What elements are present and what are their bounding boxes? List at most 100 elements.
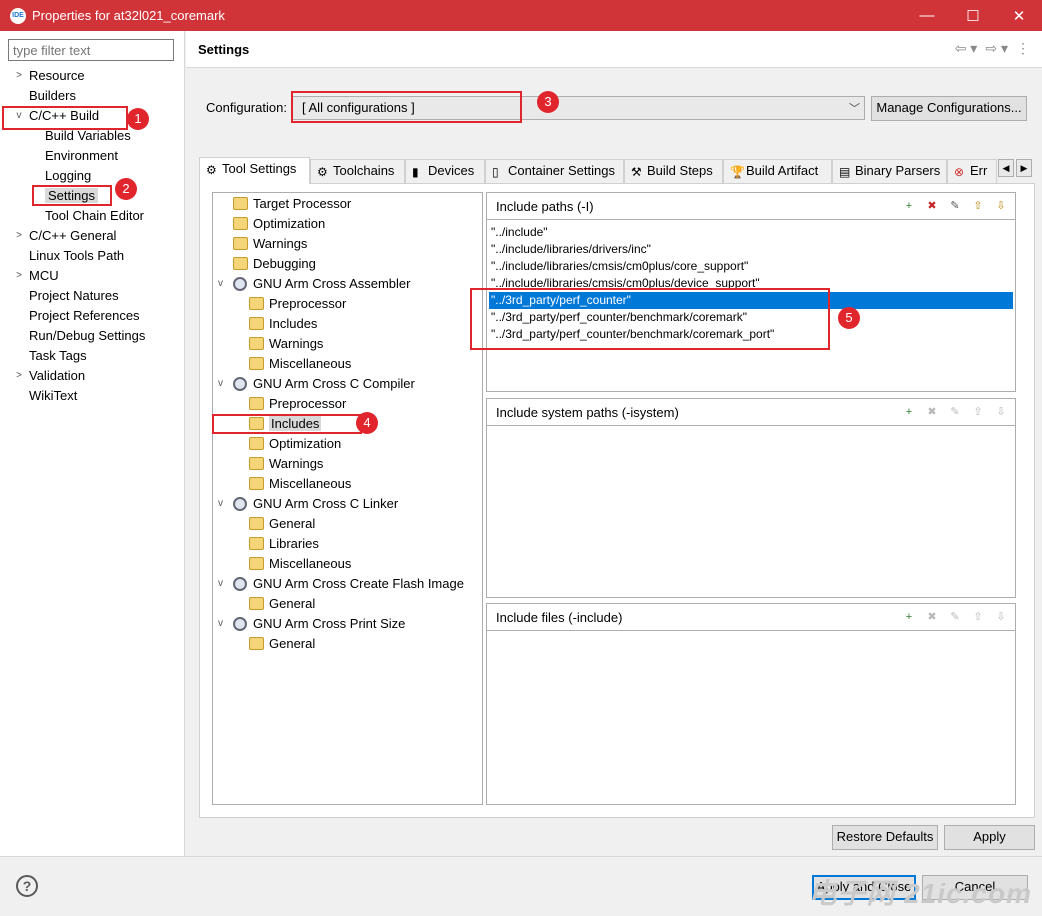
tree-option-node[interactable]: Libraries — [249, 534, 319, 554]
include-system-paths-title: Include system paths (-isystem) — [496, 405, 679, 420]
tree-tool-node[interactable]: v GNU Arm Cross Print Size — [218, 614, 405, 634]
move-up-icon[interactable]: ⇧ — [970, 198, 986, 214]
help-icon[interactable]: ? — [16, 875, 38, 897]
tab-devices[interactable]: ▮ Devices — [405, 159, 485, 183]
forward-arrow-icon[interactable]: ⇨ ▾ — [985, 40, 1008, 57]
tree-option-node[interactable]: Warnings — [249, 334, 324, 354]
tool-gear-icon — [233, 277, 247, 291]
tree-item-label: Preprocessor — [269, 396, 347, 411]
nav-item[interactable]: Logging — [45, 166, 91, 186]
manage-configurations-button[interactable]: Manage Configurations... — [871, 96, 1027, 121]
tree-tool-node[interactable]: v GNU Arm Cross C Compiler — [218, 374, 415, 394]
tree-option-node[interactable]: Miscellaneous — [249, 554, 351, 574]
tree-item-label: Warnings — [269, 456, 324, 471]
nav-item[interactable]: Linux Tools Path — [29, 246, 124, 266]
tree-item-label: General — [269, 516, 316, 531]
nav-item[interactable]: Tool Chain Editor — [45, 206, 144, 226]
nav-item[interactable]: Run/Debug Settings — [29, 326, 145, 346]
tree-option-node[interactable]: Debugging — [233, 254, 316, 274]
include-path-row[interactable]: "../include/libraries/cmsis/cm0plus/core… — [489, 258, 1013, 275]
tree-item-label: Warnings — [269, 336, 324, 351]
close-button[interactable]: ✕ — [996, 0, 1042, 31]
nav-item-label: MCU — [29, 268, 59, 283]
tree-option-node[interactable]: General — [249, 594, 315, 614]
view-menu-icon[interactable]: ⋮ — [1016, 40, 1030, 57]
tree-tool-node[interactable]: v GNU Arm Cross C Linker — [218, 494, 398, 514]
annotation-badge-5: 5 — [838, 307, 860, 329]
nav-item-label: Tool Chain Editor — [45, 208, 144, 223]
add-icon[interactable]: + — [901, 404, 917, 420]
add-icon[interactable]: + — [901, 198, 917, 214]
tab-error-parsers[interactable]: ⊗ Err — [947, 159, 997, 183]
tab-label: Container Settings — [508, 163, 615, 178]
folder-icon — [249, 297, 264, 310]
chevron-down-icon[interactable]: v — [218, 494, 223, 514]
include-path-row[interactable]: "../include/libraries/drivers/inc" — [489, 241, 1013, 258]
tree-option-node[interactable]: Preprocessor — [249, 294, 346, 314]
back-arrow-icon[interactable]: ⇦ ▾ — [955, 40, 978, 57]
restore-defaults-button[interactable]: Restore Defaults — [832, 825, 938, 850]
nav-item[interactable]: Environment — [45, 146, 118, 166]
chevron-down-icon: ﹀ — [849, 103, 860, 115]
annotation-badge-1: 1 — [127, 108, 149, 130]
gear-icon: ⚙ — [317, 165, 328, 179]
chevron-down-icon[interactable]: v — [218, 274, 223, 294]
chevron-right-icon[interactable]: > — [13, 226, 25, 246]
filter-input[interactable] — [8, 39, 174, 61]
tree-item-label: GNU Arm Cross Create Flash Image — [253, 576, 464, 591]
nav-item[interactable]: > MCU — [16, 266, 59, 286]
tree-tool-node[interactable]: v GNU Arm Cross Assembler — [218, 274, 410, 294]
tree-option-node[interactable]: Optimization — [249, 434, 341, 454]
edit-icon[interactable]: ✎ — [947, 198, 963, 214]
folder-icon — [233, 257, 248, 270]
add-icon[interactable]: + — [901, 609, 917, 625]
tree-option-node[interactable]: Miscellaneous — [249, 354, 352, 374]
tree-option-node[interactable]: Warnings — [249, 454, 324, 474]
maximize-button[interactable]: ☐ — [950, 0, 996, 31]
apply-button[interactable]: Apply — [944, 825, 1035, 850]
tree-option-node[interactable]: Target Processor — [233, 194, 351, 214]
chevron-down-icon[interactable]: v — [218, 614, 223, 634]
chevron-down-icon[interactable]: v — [218, 574, 223, 594]
tree-option-node[interactable]: Optimization — [233, 214, 325, 234]
nav-item[interactable]: Task Tags — [29, 346, 87, 366]
nav-item[interactable]: > Validation — [16, 366, 85, 386]
tree-item-label: Libraries — [269, 536, 319, 551]
delete-icon[interactable]: ✖ — [924, 198, 940, 214]
tab-build-steps[interactable]: ⚒ Build Steps — [624, 159, 723, 183]
nav-item[interactable]: Project Natures — [29, 286, 119, 306]
tab-scroll-left-button[interactable]: ◀ — [998, 159, 1014, 177]
chevron-right-icon[interactable]: > — [13, 266, 25, 286]
nav-item[interactable]: > C/C++ General — [16, 226, 116, 246]
minimize-button[interactable]: — — [904, 0, 950, 31]
nav-item[interactable]: Builders — [29, 86, 76, 106]
tab-tool-settings[interactable]: ⚙ Tool Settings — [199, 157, 310, 184]
edit-icon: ✎ — [950, 611, 960, 623]
tab-label: Binary Parsers — [855, 163, 941, 178]
tree-item-label: Miscellaneous — [269, 356, 352, 371]
nav-item[interactable]: Project References — [29, 306, 140, 326]
tab-label: Tool Settings — [222, 161, 297, 176]
tab-binary-parsers[interactable]: ▤ Binary Parsers — [832, 159, 947, 183]
include-path-row[interactable]: "../include" — [489, 224, 1013, 241]
tree-option-node[interactable]: Includes — [249, 314, 317, 334]
move-down-icon[interactable]: ⇩ — [993, 198, 1009, 214]
nav-item-label: WikiText — [29, 388, 78, 403]
tree-option-node[interactable]: Preprocessor — [249, 394, 347, 414]
chevron-right-icon[interactable]: > — [13, 366, 25, 386]
window-title: Properties for at32l021_coremark — [32, 8, 225, 23]
nav-item[interactable]: WikiText — [29, 386, 77, 406]
folder-icon — [249, 397, 264, 410]
nav-item[interactable]: > Resource — [16, 66, 85, 86]
tree-tool-node[interactable]: v GNU Arm Cross Create Flash Image — [218, 574, 464, 594]
tab-toolchains[interactable]: ⚙ Toolchains — [310, 159, 405, 183]
tab-build-artifact[interactable]: 🏆 Build Artifact — [723, 159, 832, 183]
chevron-down-icon[interactable]: v — [218, 374, 223, 394]
chevron-right-icon[interactable]: > — [13, 66, 25, 86]
tree-option-node[interactable]: Warnings — [233, 234, 307, 254]
tab-container-settings[interactable]: ▯ Container Settings — [485, 159, 624, 183]
tree-option-node[interactable]: Miscellaneous — [249, 474, 351, 494]
tree-option-node[interactable]: General — [249, 514, 316, 534]
tab-scroll-right-button[interactable]: ▶ — [1016, 159, 1032, 177]
tree-option-node[interactable]: General — [249, 634, 315, 654]
